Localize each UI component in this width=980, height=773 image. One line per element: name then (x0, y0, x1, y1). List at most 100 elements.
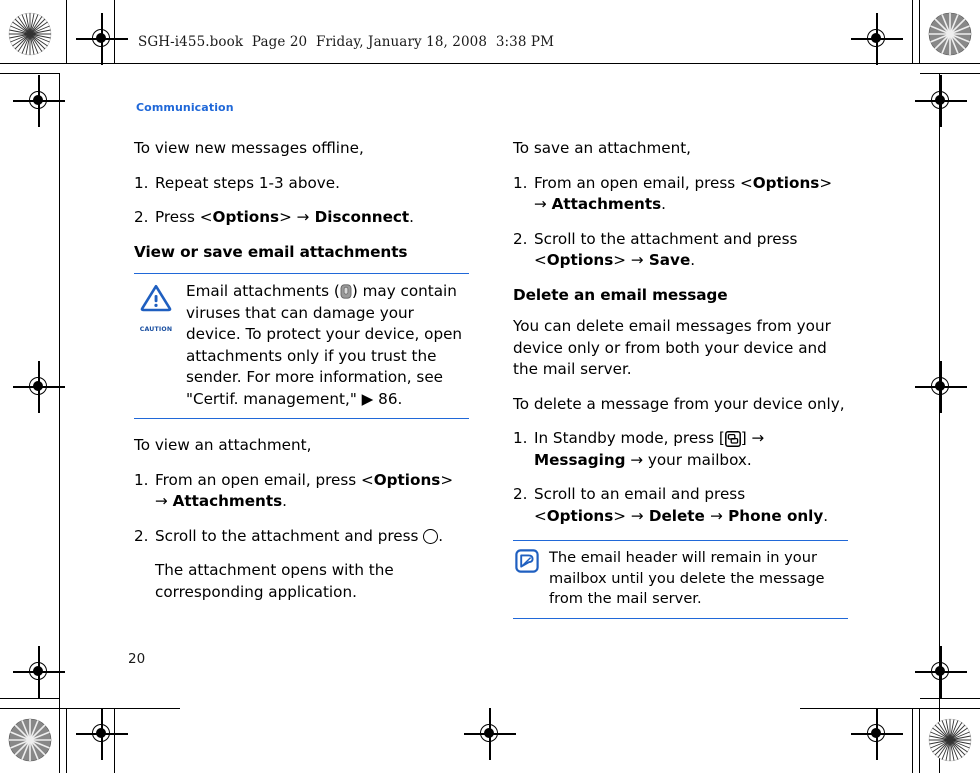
step-text: Press <Options> → Disconnect. (155, 207, 469, 229)
step-text-pre: From an open email, press < (155, 470, 374, 489)
caution-text-after: ) may contain viruses that can damage yo… (186, 282, 463, 408)
menu-item-label: Delete (643, 506, 711, 525)
arrow-icon: → (630, 450, 644, 469)
step-text-post: ] (740, 429, 752, 447)
crop-line (66, 0, 68, 64)
arrow-icon: → (630, 251, 644, 269)
step-text: Repeat steps 1-3 above. (155, 173, 340, 192)
attachment-clip-icon (340, 284, 352, 299)
registration-target (851, 13, 903, 65)
arrow-icon: → (630, 506, 644, 525)
step-number: 1. (513, 429, 528, 447)
crop-line (66, 708, 68, 773)
page-number: 20 (128, 651, 146, 667)
step-result-text: The attachment opens with the correspond… (155, 561, 394, 601)
step-text-end: . (661, 195, 666, 213)
step-text: From an open email, press <Options> → Att… (534, 173, 848, 216)
starburst-mark (8, 12, 52, 56)
crop-line (0, 708, 180, 710)
registration-target (851, 708, 903, 760)
step-number: 2. (513, 229, 528, 248)
left-column: To view new messages offline, 1. Repeat … (134, 138, 469, 609)
step-text-mid: > (613, 506, 631, 525)
arrow-icon: → (710, 506, 723, 525)
list-item: 1. From an open email, press <Options> → … (513, 173, 848, 216)
crop-line (920, 73, 980, 75)
section-heading: Delete an email message (513, 285, 728, 304)
step-text-end: your mailbox. (643, 450, 752, 469)
soft-key-label: Options (546, 251, 614, 269)
registration-target (13, 646, 65, 698)
list-item: 2. Scroll to the attachment and press . (134, 526, 469, 548)
book-source-header: SGH-i455.book Page 20 Friday, January 18… (138, 34, 555, 50)
arrow-icon: → (296, 208, 310, 226)
step-text: Scroll to an email and press <Options> → … (534, 484, 848, 527)
arrow-icon: → (751, 429, 765, 447)
registration-target (13, 75, 65, 127)
crop-line (59, 73, 61, 773)
list-item: 1. From an open email, press <Options> → … (134, 470, 469, 513)
starburst-mark (928, 12, 972, 56)
right-column: To save an attachment, 1. From an open e… (513, 138, 848, 635)
caution-label: CAUTION (139, 325, 173, 333)
step-text: Scroll to the attachment and press <Optio… (534, 229, 848, 272)
caution-callout: CAUTION Email attachments () may contain… (134, 273, 469, 419)
list-item: 2. Scroll to an email and press <Options>… (513, 484, 848, 527)
menu-item-label: Attachments (172, 492, 283, 510)
step-number: 1. (134, 470, 149, 489)
step-text-pre: < (534, 506, 547, 525)
soft-key-label: Options (752, 173, 820, 192)
crop-line (800, 708, 980, 710)
soft-key-label: Options (212, 208, 280, 226)
note-pen-icon (515, 549, 539, 580)
note-text: The email header will remain in your mai… (549, 549, 825, 607)
step-number: 1. (134, 173, 149, 192)
step-text-post: > (440, 470, 454, 489)
left-intro-text: To view new messages offline, (134, 139, 364, 157)
step-text-pre: From an open email, press < (534, 173, 753, 192)
registration-target (13, 361, 65, 413)
step-text-post: . (823, 506, 829, 525)
registration-target (76, 13, 128, 65)
step-number: 2. (134, 208, 149, 226)
menu-item-label: Phone only (722, 506, 824, 525)
crop-line (0, 73, 60, 75)
step-text-mid: > (279, 208, 297, 226)
step-text: In Standby mode, press [] → Messaging → y… (534, 428, 848, 471)
crop-line (920, 698, 980, 700)
soft-key-label: Options (373, 470, 441, 489)
step-text-mid: > (613, 251, 631, 269)
step-text-post: . (690, 251, 696, 269)
list-item: 1. Repeat steps 1-3 above. (134, 173, 469, 195)
crop-line (919, 0, 921, 64)
registration-target (76, 708, 128, 760)
menu-key-icon (724, 430, 741, 447)
right-intro-text: To save an attachment, (513, 139, 691, 157)
step-number: 1. (513, 173, 528, 192)
crop-line (912, 708, 914, 773)
step-text-pre: Scroll to the attachment and press (155, 526, 424, 545)
menu-item-label: Disconnect (309, 208, 410, 226)
menu-item-label: Save (643, 251, 691, 269)
reference-arrow-icon: ▶ (361, 389, 374, 408)
step-number: 2. (134, 526, 149, 545)
registration-target (915, 646, 967, 698)
list-item: 2. Press <Options> → Disconnect. (134, 207, 469, 229)
list-item: 1. In Standby mode, press [] → Messaging … (513, 428, 848, 471)
left-intro2-text: To view an attachment, (134, 436, 312, 454)
arrow-icon: → (534, 195, 547, 213)
step-text-post: . (409, 208, 414, 226)
soft-key-label: Options (546, 506, 614, 525)
note-callout: The email header will remain in your mai… (513, 540, 848, 619)
circle-confirm-key-icon (423, 528, 439, 544)
right-intro2-text: To delete a message from your device onl… (513, 394, 845, 413)
section-heading: View or save email attachments (134, 242, 408, 261)
caution-icon: CAUTION (136, 283, 176, 340)
header-rule (115, 63, 920, 65)
caution-text: Email attachments () may contain viruses… (134, 281, 469, 410)
step-text-post: . (438, 526, 444, 545)
step-text-line1: Scroll to the attachment and press (534, 229, 798, 248)
right-body-text: You can delete email messages from your … (513, 317, 831, 378)
page-title: Communication (136, 101, 234, 114)
menu-item-label: Messaging (534, 450, 626, 469)
